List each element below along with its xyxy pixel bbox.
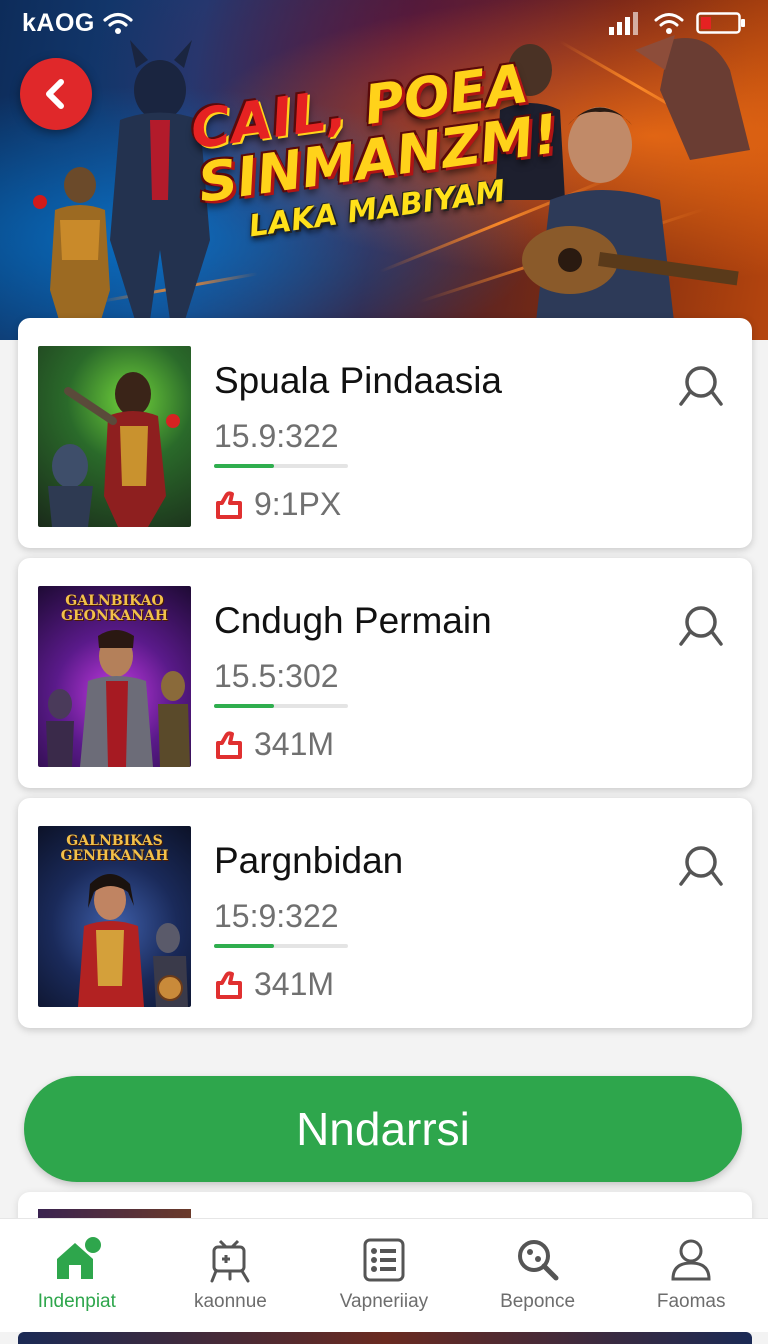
game-time: 15.9:322 [214,418,339,454]
gamepad-icon [210,1239,250,1283]
search-icon [517,1240,559,1281]
game-time: 15:9:322 [214,898,339,934]
progress-bar [214,464,348,468]
game-thumbnail[interactable]: GALNBIKAS GENHKANAH [38,826,191,1007]
status-bar: kAOG [0,0,768,46]
user-icon [671,1239,711,1281]
progress-bar [214,944,348,948]
stat-value: 341M [254,966,335,1002]
carrier-label: kAOG [22,8,95,37]
nav-item-games[interactable]: kaonnue [155,1237,305,1313]
wifi-icon [103,12,133,34]
next-content-strip [18,1332,752,1344]
nav-label: Vapneriiay [339,1291,429,1312]
stat-row: 9:1PX [214,486,341,523]
list-item[interactable]: Spuala Pindaasia 15.9:322 9:1PX [18,318,752,548]
thumbs-up-icon [216,490,242,519]
nav-label: Faomas [656,1291,726,1312]
home-icon [56,1237,101,1279]
list-item[interactable]: GALNBIKAS GENHKANAH Pargnbidan 15:9:322 … [18,798,752,1028]
progress-fill [214,704,275,708]
game-time: 15.5:302 [214,658,339,694]
nav-label: Beponce [500,1291,576,1312]
stat-value: 341M [254,726,335,762]
hero-banner: kAOG CAIL, POEA SINMANZM! LAKA MABIYAM [0,0,768,340]
progress-fill [214,464,275,468]
thumbs-up-icon [216,730,242,759]
game-title[interactable]: Pargnbidan [214,840,403,882]
stat-row: 341M [214,966,334,1003]
bottom-navigation: Indenpiat kaonnue Vapneriiay Beponce Fao… [0,1218,768,1332]
primary-action-button[interactable]: Nndarrsi [24,1076,742,1182]
stat-row: 341M [214,726,334,763]
signal-icon [609,12,638,35]
list-icon [363,1238,405,1282]
nav-item-search[interactable]: Beponce [463,1237,613,1313]
nav-label: kaonnue [193,1291,267,1312]
chevron-left-icon [46,79,64,109]
search-icon[interactable] [676,842,726,892]
game-thumbnail[interactable] [38,346,191,527]
stat-value: 9:1PX [254,486,342,522]
thumbnail-caption: GALNBIKAS GENHKANAH [60,833,169,864]
nav-label: Indenpiat [37,1291,116,1312]
game-thumbnail[interactable]: GALNBIKAO GEONKANAH [38,586,191,767]
battery-icon [696,12,745,34]
game-title[interactable]: Cndugh Permain [214,600,492,642]
thumbnail-caption: GALNBIKAO GEONKANAH [61,593,168,624]
back-button[interactable] [20,58,92,130]
search-icon[interactable] [676,602,726,652]
thumbs-up-icon [216,970,242,999]
search-icon[interactable] [676,362,726,412]
game-title[interactable]: Spuala Pindaasia [214,360,502,402]
progress-fill [214,944,275,948]
nav-item-list[interactable]: Vapneriiay [309,1237,459,1313]
nav-item-profile[interactable]: Faomas [616,1237,766,1313]
list-item[interactable]: GALNBIKAO GEONKANAH Cndugh Permain 15.5:… [18,558,752,788]
wifi-icon [654,13,684,34]
progress-bar [214,704,348,708]
game-list: Spuala Pindaasia 15.9:322 9:1PX GALNBIKA… [18,318,752,1038]
nav-item-home[interactable]: Indenpiat [2,1237,152,1313]
thumbnail-art [48,372,180,527]
